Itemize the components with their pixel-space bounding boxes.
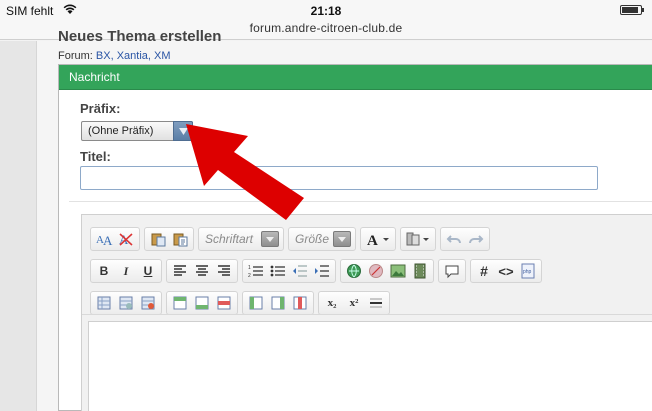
row-after-icon[interactable] (191, 293, 213, 313)
toolbar-group-code: # <> php (470, 259, 542, 283)
toolbar-group-style: B I U (90, 259, 162, 283)
toolbar-group-rows (166, 291, 238, 315)
indent-icon[interactable] (311, 261, 333, 281)
php-icon[interactable]: php (517, 261, 539, 281)
toolbar-group-quote (438, 259, 466, 283)
subscript-button[interactable]: x₂ (321, 293, 343, 313)
bold-button[interactable]: B (93, 261, 115, 281)
numbered-list-icon[interactable]: 12 (245, 261, 267, 281)
message-textarea[interactable] (88, 321, 652, 411)
superscript-button[interactable]: x² (343, 293, 365, 313)
toolbar-group-table (90, 291, 162, 315)
toolbar-group-cols (242, 291, 314, 315)
battery-icon (620, 5, 644, 15)
unlink-icon[interactable] (365, 261, 387, 281)
prefix-value: (Ohne Präfix) (88, 125, 154, 137)
breadcrumb-prefix: Forum: (58, 50, 93, 62)
code-button[interactable]: <> (495, 261, 517, 281)
font-size-label: Größe (295, 232, 330, 246)
toolbar-group-lists: 12 (242, 259, 336, 283)
align-left-icon[interactable] (169, 261, 191, 281)
font-format-icon[interactable]: AA (93, 229, 115, 249)
remove-format-icon[interactable]: A (115, 229, 137, 249)
divider (69, 201, 652, 202)
paste-icon[interactable] (147, 229, 169, 249)
table-delete-icon[interactable] (137, 293, 159, 313)
prefix-label: Präfix: (80, 101, 121, 116)
breadcrumb: Forum: BX, Xantia, XM (58, 50, 171, 62)
left-gutter (0, 41, 36, 411)
table-props-icon[interactable] (115, 293, 137, 313)
quote-icon[interactable] (441, 261, 463, 281)
font-size-dropdown[interactable]: Größe (288, 227, 357, 251)
toolbar-group-format: AA A (90, 227, 140, 251)
alignment-menu-icon[interactable] (403, 229, 433, 249)
image-icon[interactable] (387, 261, 409, 281)
font-family-dropdown[interactable]: Schriftart (198, 227, 285, 251)
outdent-icon[interactable] (289, 261, 311, 281)
align-center-icon[interactable] (191, 261, 213, 281)
bullet-list-icon[interactable] (267, 261, 289, 281)
breadcrumb-link[interactable]: BX, Xantia, XM (96, 50, 171, 62)
horizontal-rule-icon[interactable] (365, 293, 387, 313)
underline-button[interactable]: U (137, 261, 159, 281)
undo-icon[interactable] (443, 229, 465, 249)
col-after-icon[interactable] (267, 293, 289, 313)
svg-text:2: 2 (248, 273, 251, 278)
media-icon[interactable] (409, 261, 431, 281)
toolbar-group-paste (144, 227, 194, 251)
svg-text:1: 1 (248, 265, 251, 271)
link-icon[interactable] (343, 261, 365, 281)
annotation-arrow-icon (186, 124, 304, 220)
title-input[interactable] (80, 166, 598, 190)
col-delete-icon[interactable] (289, 293, 311, 313)
prefix-select[interactable]: (Ohne Präfix) (81, 121, 193, 141)
align-right-icon[interactable] (213, 261, 235, 281)
hash-button[interactable]: # (473, 261, 495, 281)
toolbar-row-2: B I U 12 # <> php (90, 259, 542, 283)
table-icon[interactable] (93, 293, 115, 313)
toolbar-divider (82, 314, 652, 315)
message-panel: Nachricht Präfix: (Ohne Präfix) Titel: A… (58, 64, 652, 411)
chevron-down-icon[interactable] (261, 231, 280, 247)
svg-text:php: php (523, 269, 532, 275)
italic-button[interactable]: I (115, 261, 137, 281)
toolbar-group-align (166, 259, 238, 283)
page-title: Neues Thema erstellen (58, 28, 222, 45)
toolbar-group-history (440, 227, 491, 251)
toolbar-row-3: x₂ x² (90, 291, 390, 315)
col-before-icon[interactable] (245, 293, 267, 313)
paste-text-icon[interactable] (169, 229, 191, 249)
panel-header: Nachricht (59, 65, 652, 90)
redo-icon[interactable] (465, 229, 487, 249)
row-before-icon[interactable] (169, 293, 191, 313)
toolbar-group-align-menu (400, 227, 437, 251)
toolbar-group-script: x₂ x² (318, 291, 390, 315)
chevron-down-icon[interactable] (333, 231, 352, 247)
toolbar-group-insert (340, 259, 434, 283)
svg-text:A: A (103, 233, 113, 247)
text-color-icon[interactable]: A (363, 229, 393, 249)
rich-text-editor: AA A Schriftart Größe A B I U 1 2 # <> p… (81, 214, 652, 411)
title-label: Titel: (80, 149, 111, 164)
clock: 21:18 (310, 4, 342, 18)
svg-text:A: A (367, 233, 378, 247)
toolbar-row-1: AA A Schriftart Größe A (90, 227, 491, 251)
font-family-label: Schriftart (205, 232, 254, 246)
toolbar-group-color: A (360, 227, 397, 251)
row-delete-icon[interactable] (213, 293, 235, 313)
